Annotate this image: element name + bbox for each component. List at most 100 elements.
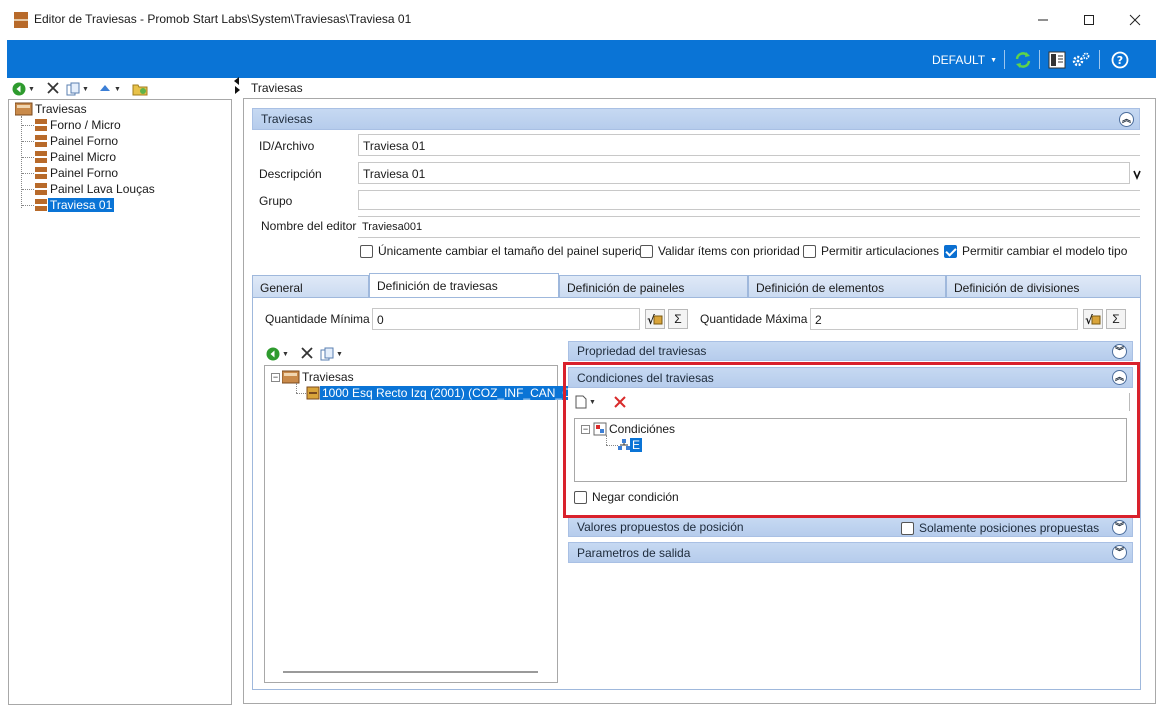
tree-root-label: Traviesas xyxy=(35,102,87,116)
minimize-button[interactable] xyxy=(1020,0,1066,40)
editor-field[interactable]: Traviesa001 xyxy=(358,216,1140,238)
tab-definicion-traviesas[interactable]: Definición de traviesas xyxy=(369,273,559,298)
traviesa-icon xyxy=(35,151,47,163)
checkbox-resize-top-panel[interactable]: Únicamente cambiar el tamaño del painel … xyxy=(360,244,645,258)
section-title: Traviesas xyxy=(261,112,313,126)
window-title: Editor de Traviesas - Promob Start Labs\… xyxy=(34,12,412,26)
description-field[interactable]: Traviesa 01 xyxy=(358,162,1130,184)
chevron-down-icon: ▼ xyxy=(336,350,343,358)
tree-item-label: Traviesa 01 xyxy=(48,198,115,212)
horizontal-scrollbar[interactable] xyxy=(283,671,538,673)
cabinet-icon xyxy=(282,370,300,384)
expand-icon[interactable]: ︾ xyxy=(1112,520,1127,535)
tab-general[interactable]: General xyxy=(252,275,369,297)
close-button[interactable] xyxy=(1112,0,1158,40)
checkbox-box[interactable] xyxy=(640,244,653,258)
delete-button[interactable] xyxy=(46,81,60,95)
valores-panel-header[interactable]: Valores propuestos de posición Solamente… xyxy=(568,517,1133,537)
tree-line xyxy=(22,124,34,126)
formula-button[interactable]: √ xyxy=(645,309,665,329)
breadcrumb: Traviesas xyxy=(251,81,303,95)
tree-root[interactable]: Traviesas xyxy=(15,101,89,117)
tree-item-selected[interactable]: 1000 Esq Recto Izq (2001) (COZ_INF_CAN_C xyxy=(296,385,573,401)
profile-dropdown[interactable]: DEFAULT ▼ xyxy=(932,53,997,67)
cabinet-icon xyxy=(15,102,33,116)
traviesa-icon xyxy=(306,386,320,400)
section-header[interactable]: Traviesas ︽ xyxy=(252,108,1140,130)
language-icon[interactable] xyxy=(1133,168,1141,180)
tree-item[interactable]: Painel Lava Louças xyxy=(22,181,157,197)
checkbox-box[interactable] xyxy=(803,244,816,258)
refresh-icon[interactable] xyxy=(1013,50,1033,70)
collapse-icon[interactable]: − xyxy=(271,372,280,382)
parametros-panel-header[interactable]: Parametros de salida ︾ xyxy=(568,542,1133,563)
id-label: ID/Archivo xyxy=(259,139,315,153)
max-quantity-field[interactable]: 2 xyxy=(810,308,1078,330)
tree-item[interactable]: Painel Forno xyxy=(22,165,120,181)
tree-item-label: Painel Forno xyxy=(50,134,119,148)
folder-button[interactable] xyxy=(132,82,148,96)
title-bar: Editor de Traviesas - Promob Start Labs\… xyxy=(0,0,1163,40)
separator xyxy=(1004,50,1005,69)
group-field[interactable] xyxy=(358,190,1140,210)
tree-item[interactable]: Forno / Micro xyxy=(22,117,123,133)
max-quantity-label: Quantidade Máxima xyxy=(700,312,808,326)
tree-item[interactable]: Painel Micro xyxy=(22,149,118,165)
checkbox-box-checked[interactable] xyxy=(944,244,957,258)
maximize-button[interactable] xyxy=(1066,0,1112,40)
copy-button[interactable]: ▼ xyxy=(66,82,89,96)
tree-line xyxy=(296,392,306,394)
tree-line xyxy=(22,188,34,190)
panel-layout-icon[interactable] xyxy=(1047,50,1067,70)
move-up-button[interactable]: ▼ xyxy=(98,82,121,96)
separator xyxy=(1099,50,1100,69)
highlight-box xyxy=(563,362,1140,518)
tree-root-label: Traviesas xyxy=(302,370,354,384)
checkbox-box[interactable] xyxy=(360,244,373,258)
tab-definicion-paineles[interactable]: Definición de paineles xyxy=(559,275,748,297)
min-quantity-field[interactable]: 0 xyxy=(372,308,640,330)
expand-icon[interactable]: ︾ xyxy=(1112,344,1127,359)
propiedad-panel-header[interactable]: Propriedad del traviesas ︾ xyxy=(568,341,1133,361)
checkbox-label: Validar ítems con prioridad xyxy=(658,244,800,258)
back-button[interactable]: ▼ xyxy=(12,82,35,96)
checkbox-change-model[interactable]: Permitir cambiar el modelo tipo xyxy=(944,244,1127,258)
tree-line xyxy=(22,172,34,174)
tree-item-selected[interactable]: Traviesa 01 xyxy=(22,197,115,213)
svg-text:?: ? xyxy=(1117,54,1123,67)
checkbox-articulations[interactable]: Permitir articulaciones xyxy=(803,244,939,258)
tab-definicion-divisiones[interactable]: Definición de divisiones xyxy=(946,275,1141,297)
group-label: Grupo xyxy=(259,194,293,208)
checkbox-solamente-posiciones[interactable]: Solamente posiciones propuestas xyxy=(901,521,1099,535)
tab-definicion-elementos[interactable]: Definición de elementos xyxy=(748,275,946,297)
tree-root[interactable]: − Traviesas xyxy=(271,369,356,385)
traviesa-icon xyxy=(35,199,47,211)
sigma-button[interactable]: Σ xyxy=(668,309,688,329)
collapse-icon[interactable]: ︽ xyxy=(1119,112,1134,127)
back-button[interactable]: ▼ xyxy=(266,347,289,361)
traviesa-icon xyxy=(35,183,47,195)
traviesa-icon xyxy=(35,119,47,131)
checkbox-validate-priority[interactable]: Validar ítems con prioridad xyxy=(640,244,800,258)
settings-icon[interactable] xyxy=(1071,50,1091,70)
tree-line xyxy=(22,140,34,142)
checkbox-label: Permitir articulaciones xyxy=(821,244,940,258)
tree-item[interactable]: Painel Forno xyxy=(22,133,120,149)
tree-line xyxy=(22,156,34,158)
checkbox-label: Permitir cambiar el modelo tipo xyxy=(962,244,1128,258)
sigma-button[interactable]: Σ xyxy=(1106,309,1126,329)
copy-button[interactable]: ▼ xyxy=(320,347,343,361)
help-icon[interactable]: ? xyxy=(1110,50,1130,70)
checkbox-box[interactable] xyxy=(901,521,914,535)
chevron-down-icon: ▼ xyxy=(990,56,998,64)
traviesas-tree: − Traviesas 1000 Esq Recto Izq (2001) (C… xyxy=(264,365,573,683)
sigma-icon: Σ xyxy=(674,312,682,326)
tree-line xyxy=(22,204,34,206)
delete-button[interactable] xyxy=(300,346,314,360)
tree-item-label: Painel Forno xyxy=(50,166,119,180)
expand-icon[interactable]: ︾ xyxy=(1112,545,1127,560)
id-field[interactable]: Traviesa 01 xyxy=(358,134,1140,156)
splitter-handle[interactable] xyxy=(232,76,242,94)
description-label: Descripción xyxy=(259,167,322,181)
formula-button[interactable]: √ xyxy=(1083,309,1103,329)
